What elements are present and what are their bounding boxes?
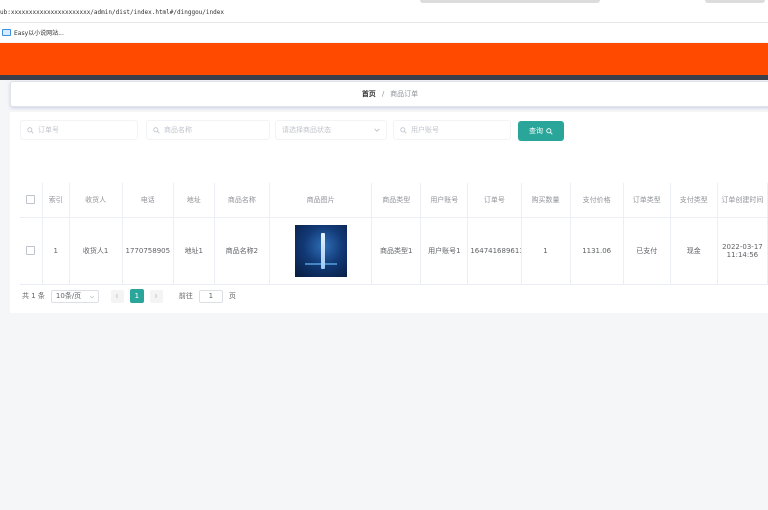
order-search-placeholder: 订单号 (38, 126, 59, 134)
status-select[interactable]: 请选择商品状态 (275, 120, 387, 140)
column-header[interactable]: 订单号 (467, 183, 522, 218)
goods-search-placeholder: 商品名称 (164, 126, 192, 134)
column-header[interactable]: 索引 (42, 183, 70, 218)
price-cell: 1131.06 (570, 217, 624, 285)
orders-table: 索引 收货人 电话 地址 商品名称 商品图片 商品类型 用户账号 订单号 购买数… (20, 183, 768, 285)
index-cell: 1 (42, 217, 70, 285)
user-cell: 用户账号1 (420, 217, 469, 285)
folder-icon (2, 29, 11, 36)
row-checkbox[interactable] (26, 245, 36, 255)
column-header[interactable]: 订单创建时间 (717, 183, 768, 218)
select-all-checkbox[interactable] (26, 194, 36, 204)
column-header[interactable]: 商品名称 (214, 183, 270, 218)
column-header[interactable]: 地址 (173, 183, 215, 218)
page-size-value: 10条/页 (55, 292, 82, 300)
search-button[interactable]: 查询 (518, 121, 564, 141)
search-button-label: 查询 (529, 127, 543, 135)
order-search-input[interactable]: 订单号 (20, 120, 138, 140)
order-type-cell: 已支付 (623, 217, 671, 285)
breadcrumb-separator: / (381, 90, 385, 98)
goto-page-input[interactable]: 1 (198, 289, 223, 303)
column-header[interactable]: 商品图片 (269, 183, 373, 218)
goods-image-cell (269, 217, 373, 285)
column-header[interactable]: 电话 (122, 183, 174, 218)
address-bar[interactable]: ub:xxxxxxxxxxxxxxxxxxxxxx/admin/dist/ind… (0, 9, 224, 16)
pagination: 共 1 条 10条/页 1 前往 1 页 (22, 289, 236, 303)
bookmarks-bar: Easy以小说网站... (0, 23, 768, 42)
goto-label: 前往 (178, 292, 193, 300)
column-header[interactable]: 支付类型 (670, 183, 718, 218)
goto-suffix: 页 (228, 292, 236, 300)
column-header[interactable]: 商品类型 (371, 183, 422, 218)
order-no-cell: 1647416896130 (467, 217, 522, 285)
browser-tab[interactable] (420, 0, 600, 3)
chevron-left-icon (115, 293, 119, 299)
browser-chrome: ub:xxxxxxxxxxxxxxxxxxxxxx/admin/dist/ind… (0, 0, 768, 23)
address-cell: 地址1 (173, 217, 215, 285)
search-icon (153, 126, 160, 134)
chevron-right-icon (155, 293, 158, 299)
search-icon (546, 127, 553, 135)
created-cell: 2022-03-17 11:14:56 (717, 217, 768, 285)
next-page-button[interactable] (149, 289, 163, 303)
select-all-cell (20, 183, 43, 218)
status-select-placeholder: 请选择商品状态 (282, 126, 331, 134)
column-header[interactable]: 购买数量 (521, 183, 571, 218)
column-header[interactable]: 收货人 (69, 183, 123, 218)
browser-tab[interactable] (705, 0, 765, 3)
breadcrumb: 首页 / 商品订单 (10, 81, 768, 107)
page-number-button[interactable]: 1 (129, 289, 144, 303)
qty-cell: 1 (521, 217, 571, 285)
user-search-input[interactable]: 用户账号 (393, 120, 511, 140)
breadcrumb-current: 商品订单 (390, 90, 419, 98)
goods-search-input[interactable]: 商品名称 (146, 120, 270, 140)
goods-image[interactable] (294, 225, 347, 277)
search-icon (27, 126, 34, 134)
header-bar (0, 43, 768, 75)
prev-page-button[interactable] (110, 289, 124, 303)
bookmark-item[interactable]: Easy以小说网站... (2, 28, 64, 37)
receiver-cell: 收货人1 (69, 217, 123, 285)
row-select-cell (20, 217, 43, 285)
column-header[interactable]: 支付价格 (570, 183, 624, 218)
chevron-down-icon (89, 295, 94, 298)
header-border (0, 75, 768, 80)
table-row[interactable]: 1 收货人1 1770758905 地址1 商品名称2 商品类型1 用户账号1 … (20, 217, 768, 285)
breadcrumb-home[interactable]: 首页 (362, 89, 376, 99)
pay-type-cell: 现金 (670, 217, 718, 285)
page-size-select[interactable]: 10条/页 (50, 289, 99, 303)
bookmark-label: Easy以小说网站... (14, 30, 64, 37)
search-icon (400, 126, 407, 134)
pagination-total: 共 1 条 (22, 292, 45, 300)
column-header[interactable]: 订单类型 (623, 183, 671, 218)
goods-name-cell: 商品名称2 (214, 217, 270, 285)
phone-cell: 1770758905 (122, 217, 174, 285)
goods-type-cell: 商品类型1 (371, 217, 422, 285)
table-header-row: 索引 收货人 电话 地址 商品名称 商品图片 商品类型 用户账号 订单号 购买数… (20, 183, 768, 218)
chevron-down-icon (374, 128, 380, 132)
column-header[interactable]: 用户账号 (420, 183, 469, 218)
user-search-placeholder: 用户账号 (411, 126, 439, 134)
